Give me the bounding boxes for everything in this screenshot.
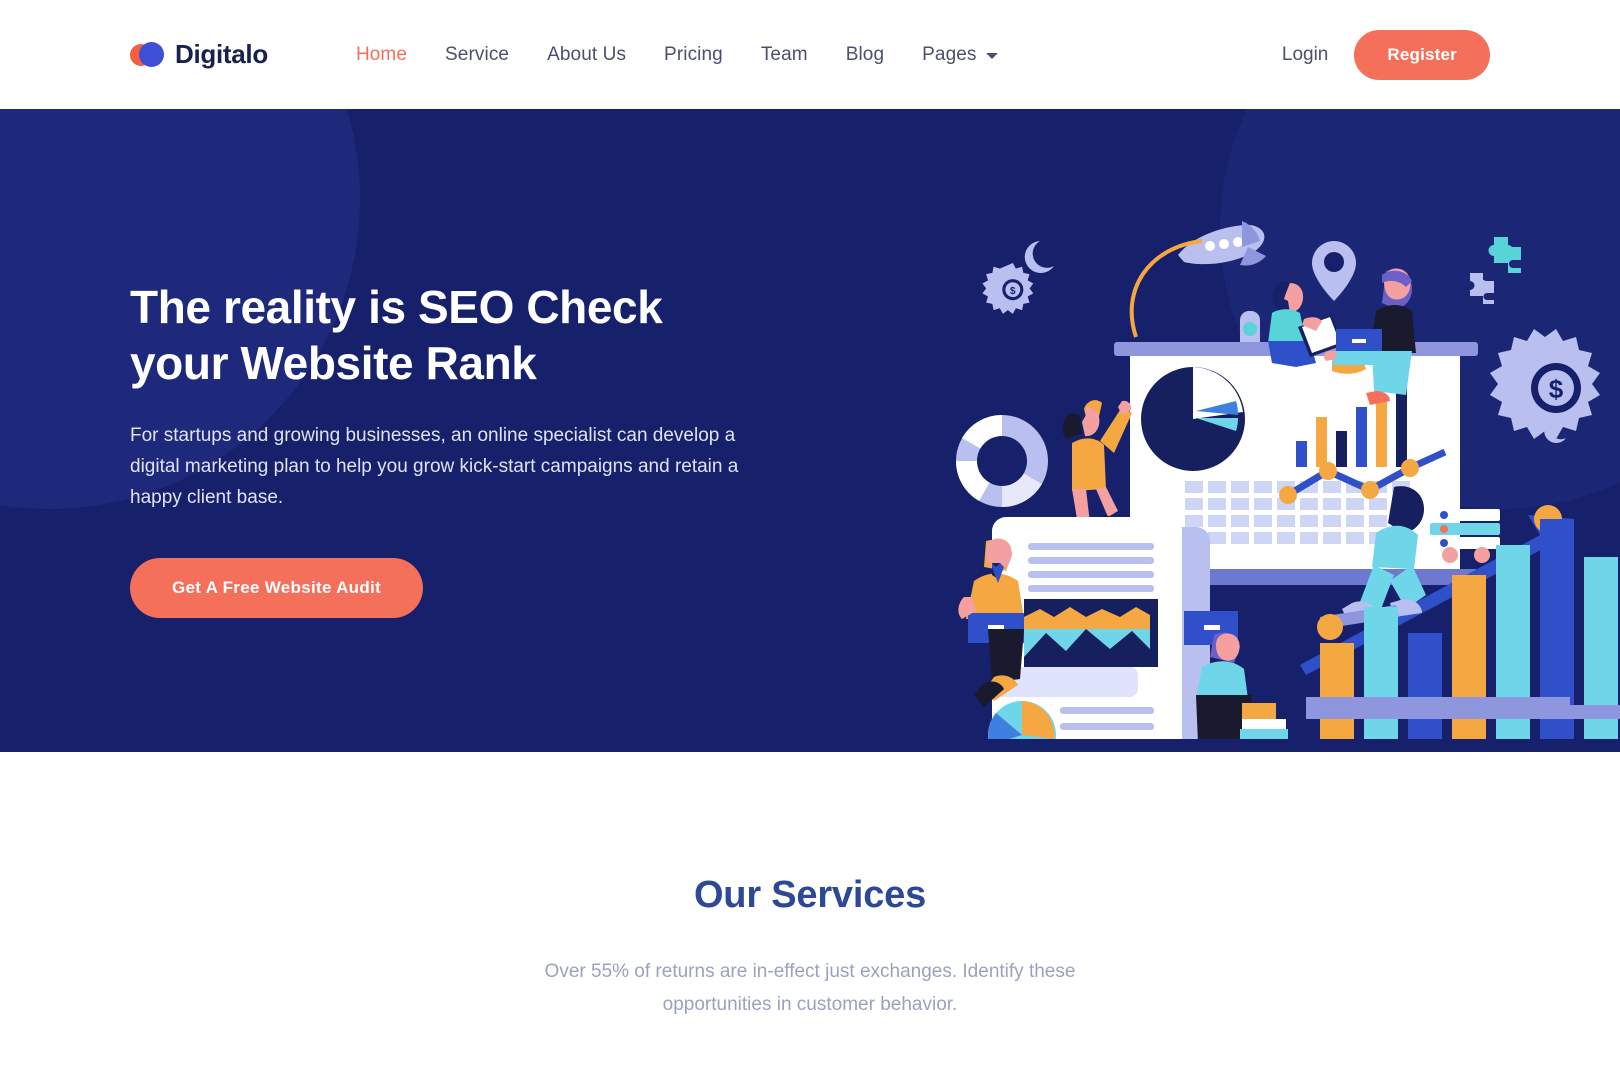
svg-text:$: $ [1010,286,1016,297]
site-header: Digitalo Home Service About Us Pricing T… [0,0,1620,109]
gear-dollar-icon-large: $ [1490,329,1600,439]
area-chart [1024,599,1158,667]
nav-item-pricing[interactable]: Pricing [664,44,723,66]
nav-item-pages[interactable]: Pages [922,43,998,66]
services-title: Our Services [693,874,927,916]
nav-item-label: Service [445,43,510,65]
book-stack [1240,719,1288,739]
nav-item-team[interactable]: Team [761,44,808,66]
nav-item-service[interactable]: Service [445,44,509,66]
hero-copy: The reality is SEO Check your Website Ra… [130,109,830,619]
brand-logo[interactable]: Digitalo [130,39,268,70]
logo-circle-blue [139,41,164,67]
header-actions: Login Register [1282,29,1490,80]
nav-item-label: Team [760,43,808,65]
register-button[interactable]: Register [1354,29,1490,80]
login-link[interactable]: Login [1282,44,1329,66]
gear-dollar-icon-small: $ [982,263,1034,314]
hero-section: The reality is SEO Check your Website Ra… [0,109,1620,752]
nav-item-home[interactable]: Home [356,44,407,66]
nav-item-about-us[interactable]: About Us [547,44,626,66]
nav-item-label: Pricing [664,43,723,65]
pie-chart [1141,367,1245,471]
nav-item-label: Home [355,43,408,65]
hero-title: The reality is SEO Check your Website Ra… [130,281,663,390]
moon-icon [1024,241,1054,273]
nav-item-label: Pages [922,43,977,65]
free-website-audit-button[interactable]: Get A Free Website Audit [130,558,424,619]
services-section: Our Services Over 55% of returns are in-… [0,752,1620,1022]
puzzle-pieces-icon [1470,237,1521,304]
main-navigation: Home Service About Us Pricing Team Blog … [356,44,998,66]
location-pin-icon [1312,241,1356,301]
services-subtitle: Over 55% of returns are in-effect just e… [544,961,1076,1016]
nav-item-blog[interactable]: Blog [846,44,884,66]
donut-chart [955,414,1048,508]
brand-name: Digitalo [175,39,268,69]
hero-paragraph: For startups and growing businesses, an … [130,425,739,509]
nav-item-label: Blog [845,43,885,65]
chevron-down-icon [985,53,998,59]
svg-text:$: $ [1549,374,1564,404]
hero-illustration: $ $ [940,219,1620,739]
nav-item-label: About Us [547,43,627,65]
logo-icon [130,41,164,68]
